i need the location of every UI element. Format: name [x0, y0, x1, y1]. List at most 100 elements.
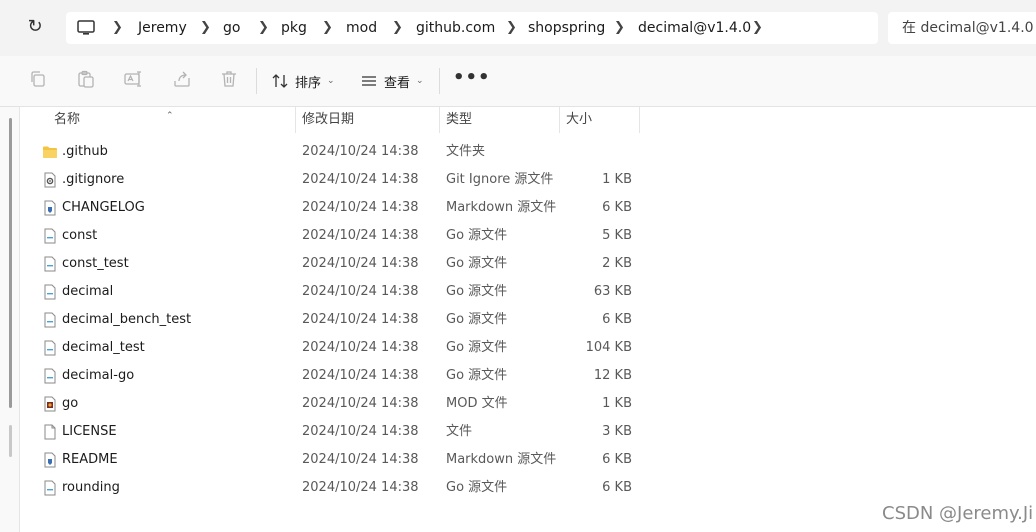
- refresh-icon[interactable]: ↻: [24, 16, 46, 38]
- markdown-file-icon: [42, 452, 58, 468]
- column-header-type-label: 类型: [446, 112, 473, 127]
- breadcrumb-chevron-icon[interactable]: ❯: [506, 12, 517, 44]
- file-row[interactable]: const 2024/10/24 14:38 Go 源文件 5 KB: [20, 222, 1036, 250]
- file-date: 2024/10/24 14:38: [302, 172, 419, 187]
- file-type: Go 源文件: [446, 256, 508, 271]
- watermark: CSDN @Jeremy.Ji: [882, 503, 1034, 524]
- file-size: 1 KB: [602, 396, 632, 411]
- file-type: 文件夹: [446, 144, 486, 159]
- file-type: 文件: [446, 424, 473, 439]
- column-header-size[interactable]: 大小: [560, 107, 640, 133]
- file-date: 2024/10/24 14:38: [302, 256, 419, 271]
- breadcrumb-item-go[interactable]: go: [223, 12, 240, 44]
- file-size: 6 KB: [602, 480, 632, 495]
- breadcrumb-item-decimal[interactable]: decimal@v1.4.0: [638, 12, 751, 44]
- toolbar-divider: [256, 68, 257, 94]
- file-type: Git Ignore 源文件: [446, 172, 554, 187]
- column-header-name[interactable]: ⌃ 名称: [20, 107, 296, 133]
- command-bar: 排序 ⌄ 查看 ⌄ •••: [0, 56, 1036, 107]
- file-type: Go 源文件: [446, 228, 508, 243]
- file-name: go: [62, 396, 79, 411]
- breadcrumb-item-github[interactable]: github.com: [416, 12, 495, 44]
- go-file-icon: [42, 340, 58, 356]
- gear-file-icon: [42, 172, 58, 188]
- file-name: CHANGELOG: [62, 200, 145, 215]
- go-file-icon: [42, 312, 58, 328]
- file-type: Go 源文件: [446, 480, 508, 495]
- paste-icon[interactable]: [76, 69, 96, 89]
- rename-icon[interactable]: [123, 69, 143, 89]
- file-name: const: [62, 228, 98, 243]
- file-name: decimal_test: [62, 340, 145, 355]
- file-row[interactable]: decimal_test 2024/10/24 14:38 Go 源文件 104 KB: [20, 334, 1036, 362]
- file-size: 6 KB: [602, 200, 632, 215]
- breadcrumb-chevron-icon[interactable]: ❯: [392, 12, 403, 44]
- nav-scrollbar[interactable]: [9, 118, 12, 408]
- file-type: MOD 文件: [446, 396, 508, 411]
- folder-icon: [42, 144, 58, 160]
- chevron-down-icon: ⌄: [327, 76, 335, 86]
- file-date: 2024/10/24 14:38: [302, 228, 419, 243]
- file-type: Go 源文件: [446, 312, 508, 327]
- sort-button[interactable]: 排序 ⌄: [271, 68, 335, 94]
- file-row[interactable]: const_test 2024/10/24 14:38 Go 源文件 2 KB: [20, 250, 1036, 278]
- breadcrumb-chevron-icon[interactable]: ❯: [112, 12, 123, 44]
- breadcrumb[interactable]: ❯ Jeremy ❯ go ❯ pkg ❯ mod ❯ github.com ❯…: [66, 12, 878, 44]
- file-row[interactable]: decimal 2024/10/24 14:38 Go 源文件 63 KB: [20, 278, 1036, 306]
- file-date: 2024/10/24 14:38: [302, 480, 419, 495]
- file-list: .github 2024/10/24 14:38 文件夹 .gitignore 2024…: [20, 138, 1036, 502]
- file-row[interactable]: README 2024/10/24 14:38 Markdown 源文件 6 KB: [20, 446, 1036, 474]
- file-row[interactable]: .github 2024/10/24 14:38 文件夹: [20, 138, 1036, 166]
- breadcrumb-chevron-icon[interactable]: ❯: [752, 12, 763, 44]
- search-input[interactable]: 在 decimal@v1.4.0 中搜索: [888, 12, 1036, 44]
- file-date: 2024/10/24 14:38: [302, 368, 419, 383]
- breadcrumb-item-shopspring[interactable]: shopspring: [528, 12, 605, 44]
- file-size: 104 KB: [585, 340, 632, 355]
- sort-icon: [272, 74, 288, 88]
- column-header-date[interactable]: 修改日期: [296, 107, 440, 133]
- breadcrumb-chevron-icon[interactable]: ❯: [200, 12, 211, 44]
- file-row[interactable]: decimal-go 2024/10/24 14:38 Go 源文件 12 KB: [20, 362, 1036, 390]
- column-header-date-label: 修改日期: [302, 112, 355, 127]
- breadcrumb-chevron-icon[interactable]: ❯: [322, 12, 333, 44]
- more-options-button[interactable]: •••: [453, 68, 490, 94]
- sort-label: 排序: [295, 75, 322, 91]
- file-type: Go 源文件: [446, 340, 508, 355]
- breadcrumb-item-pkg[interactable]: pkg: [281, 12, 307, 44]
- chevron-down-icon: ⌄: [416, 76, 424, 86]
- file-type: Markdown 源文件: [446, 200, 557, 215]
- file-row[interactable]: .gitignore 2024/10/24 14:38 Git Ignore 源文件…: [20, 166, 1036, 194]
- share-icon[interactable]: [172, 69, 192, 89]
- go-file-icon: [42, 480, 58, 496]
- file-type: Go 源文件: [446, 368, 508, 383]
- go-file-icon: [42, 228, 58, 244]
- breadcrumb-chevron-icon[interactable]: ❯: [258, 12, 269, 44]
- copy-icon[interactable]: [28, 69, 48, 89]
- view-button[interactable]: 查看 ⌄: [360, 68, 424, 94]
- file-date: 2024/10/24 14:38: [302, 396, 419, 411]
- file-date: 2024/10/24 14:38: [302, 340, 419, 355]
- file-row[interactable]: decimal_bench_test 2024/10/24 14:38 Go 源文件…: [20, 306, 1036, 334]
- view-list-icon: [362, 76, 376, 86]
- nav-scrollbar-thumb[interactable]: [9, 425, 12, 457]
- file-name: README: [62, 452, 118, 467]
- this-pc-icon[interactable]: [76, 18, 96, 38]
- delete-icon[interactable]: [219, 69, 239, 89]
- file-name: LICENSE: [62, 424, 117, 439]
- mod-file-icon: [42, 396, 58, 412]
- file-row[interactable]: CHANGELOG 2024/10/24 14:38 Markdown 源文件 6 K…: [20, 194, 1036, 222]
- column-header-name-label: 名称: [54, 112, 81, 127]
- file-size: 6 KB: [602, 312, 632, 327]
- column-header-row: ⌃ 名称 修改日期 类型 大小: [20, 107, 1036, 133]
- file-size: 3 KB: [602, 424, 632, 439]
- breadcrumb-item-jeremy[interactable]: Jeremy: [138, 12, 187, 44]
- file-row[interactable]: go 2024/10/24 14:38 MOD 文件 1 KB: [20, 390, 1036, 418]
- file-row[interactable]: LICENSE 2024/10/24 14:38 文件 3 KB: [20, 418, 1036, 446]
- file-name: decimal: [62, 284, 114, 299]
- file-date: 2024/10/24 14:38: [302, 284, 419, 299]
- file-name: rounding: [62, 480, 120, 495]
- breadcrumb-chevron-icon[interactable]: ❯: [614, 12, 625, 44]
- column-header-type[interactable]: 类型: [440, 107, 560, 133]
- breadcrumb-item-mod[interactable]: mod: [346, 12, 377, 44]
- file-row[interactable]: rounding 2024/10/24 14:38 Go 源文件 6 KB: [20, 474, 1036, 502]
